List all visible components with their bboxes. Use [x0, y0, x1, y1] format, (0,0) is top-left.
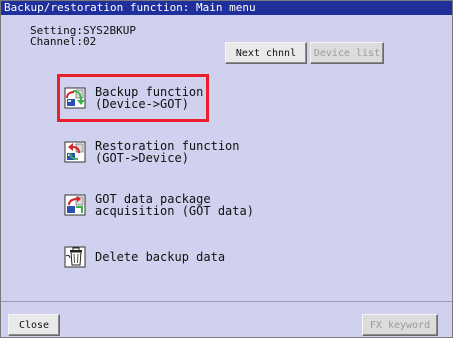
device-list-button[interactable]: Device list: [310, 42, 384, 64]
fx-keyword-button[interactable]: FX keyword: [362, 314, 438, 336]
next-channel-button[interactable]: Next chnnl: [225, 42, 307, 64]
package-acquisition-icon: [64, 194, 86, 216]
restore-icon: [64, 141, 86, 163]
channel-label: Channel:02: [30, 35, 97, 48]
got-data-package-label: GOT data package acquisition (GOT data): [95, 192, 254, 218]
main-menu-window: Backup/restoration function: Main menu S…: [0, 0, 453, 338]
delete-backup-item[interactable]: Delete backup data: [64, 246, 225, 268]
restoration-function-item[interactable]: Restoration function (GOT->Device): [64, 140, 240, 164]
setting-info: Setting:SYS2BKUP Channel:02: [30, 25, 136, 47]
delete-icon: [64, 246, 86, 268]
footer-divider: [1, 301, 452, 302]
delete-backup-label: Delete backup data: [95, 250, 226, 264]
restoration-function-label: Restoration function (GOT->Device): [95, 139, 240, 165]
selection-highlight: [57, 74, 209, 122]
close-button[interactable]: Close: [8, 314, 60, 336]
window-title: Backup/restoration function: Main menu: [1, 1, 452, 15]
got-data-package-item[interactable]: GOT data package acquisition (GOT data): [64, 193, 254, 217]
